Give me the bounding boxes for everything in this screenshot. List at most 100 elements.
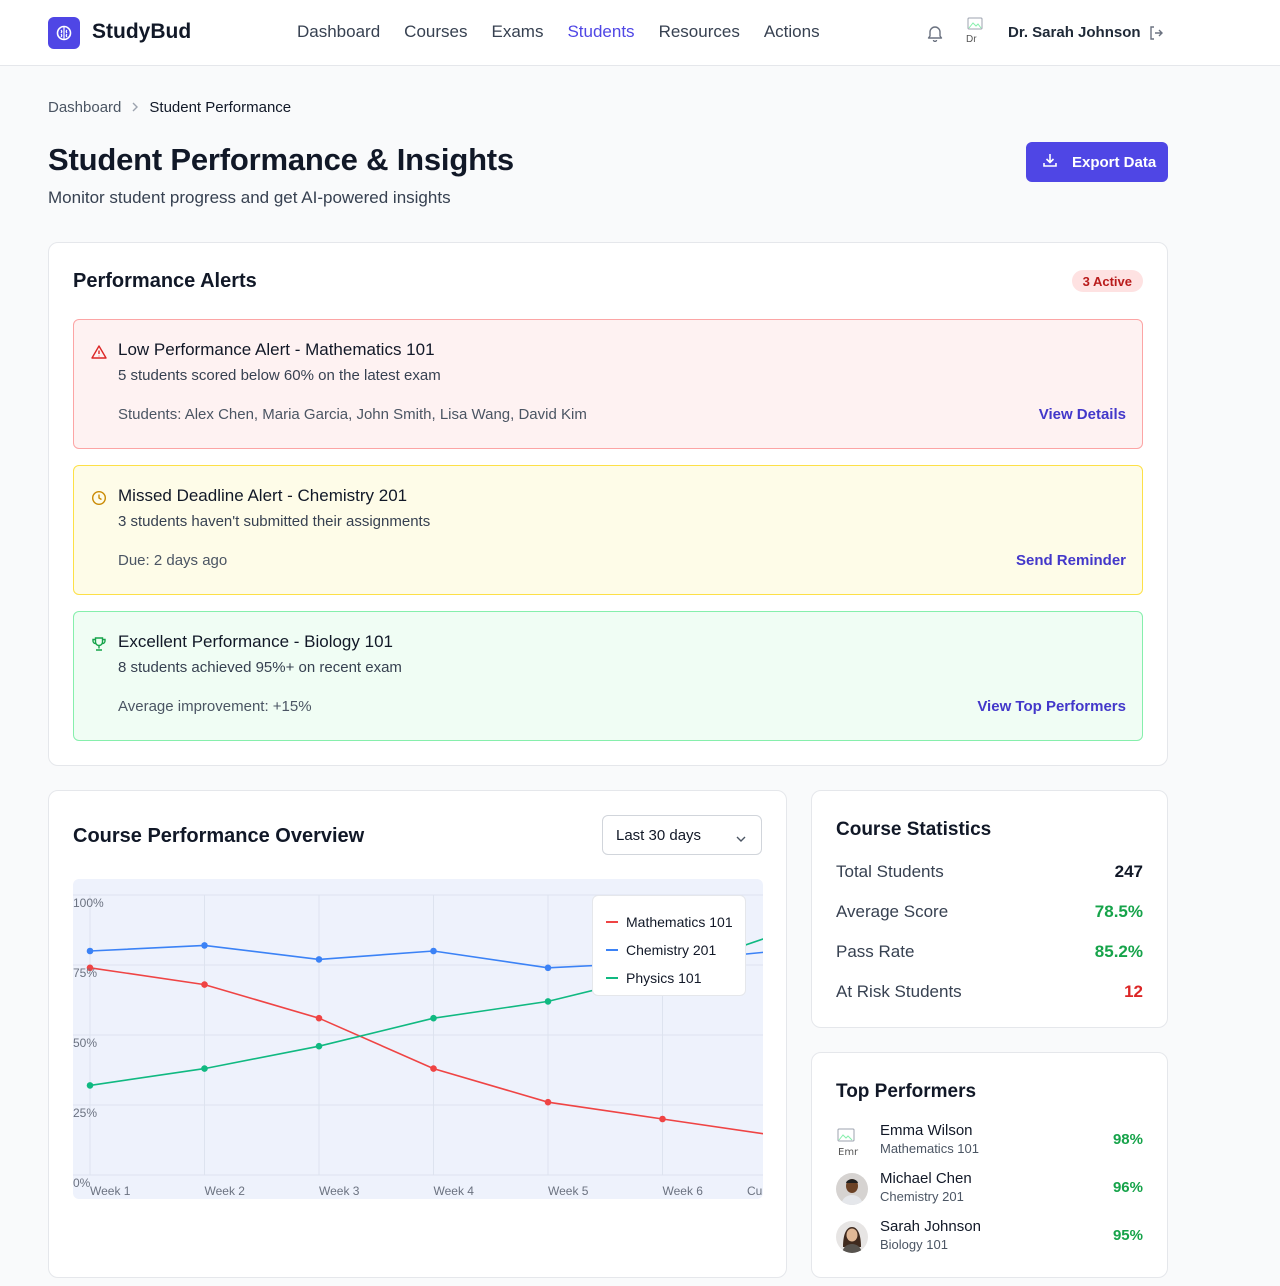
performance-line-chart: 0% 25% 50% 75% 100% Week 1 Week 2 Week 3 Week 4 W… bbox=[73, 879, 763, 1199]
data-point bbox=[544, 998, 552, 1005]
nav-students[interactable]: Students bbox=[567, 22, 634, 42]
performer-row[interactable]: Sarah Johnson Biology 101 95% bbox=[836, 1217, 1143, 1257]
stat-at-risk-students: At Risk Students 12 bbox=[836, 982, 1143, 1002]
stat-average-score: Average Score 78.5% bbox=[836, 902, 1143, 922]
data-point bbox=[201, 942, 208, 949]
nav-courses[interactable]: Courses bbox=[404, 22, 467, 42]
x-tick-label: Current bbox=[747, 1184, 763, 1198]
user-avatar-alt: Dr bbox=[966, 34, 977, 45]
alert-meta: Due: 2 days ago bbox=[118, 552, 228, 569]
chevron-down-icon bbox=[735, 830, 747, 847]
breadcrumb-current: Student Performance bbox=[149, 99, 292, 116]
user-avatar[interactable]: Dr bbox=[966, 17, 986, 49]
stat-label: Average Score bbox=[836, 902, 949, 921]
y-tick-label: 25% bbox=[73, 1106, 97, 1120]
logout-icon[interactable] bbox=[1148, 25, 1164, 41]
svg-text:Emr: Emr bbox=[838, 1147, 859, 1157]
data-point bbox=[430, 947, 437, 955]
data-point bbox=[544, 964, 552, 972]
avatar: Emr bbox=[836, 1125, 868, 1157]
user-name[interactable]: Dr. Sarah Johnson bbox=[1008, 24, 1141, 41]
breadcrumb: Dashboard Student Performance bbox=[48, 99, 291, 116]
page-title: Student Performance & Insights bbox=[48, 142, 514, 177]
brain-logo-icon[interactable] bbox=[48, 17, 80, 49]
date-range-select[interactable]: Last 30 days bbox=[602, 815, 762, 855]
brand-name[interactable]: StudyBud bbox=[92, 20, 191, 44]
performer-name: Emma Wilson bbox=[880, 1122, 973, 1139]
nav-dashboard[interactable]: Dashboard bbox=[297, 22, 380, 42]
stat-pass-rate: Pass Rate 85.2% bbox=[836, 942, 1143, 962]
stat-label: At Risk Students bbox=[836, 982, 962, 1001]
performer-score: 96% bbox=[1112, 1179, 1143, 1196]
y-tick-label: 100% bbox=[73, 896, 104, 910]
y-tick-label: 0% bbox=[73, 1176, 91, 1190]
data-point bbox=[201, 981, 208, 988]
performer-score: 98% bbox=[1112, 1131, 1143, 1148]
performer-row[interactable]: Emr Emma Wilson Mathematics 101 98% bbox=[836, 1121, 1143, 1161]
x-tick-label: Week 5 bbox=[548, 1184, 589, 1198]
page-subtitle: Monitor student progress and get AI-powe… bbox=[48, 188, 451, 207]
stat-value: 85.2% bbox=[1094, 942, 1143, 961]
data-point bbox=[430, 1065, 437, 1072]
export-data-label: Export Data bbox=[1072, 153, 1157, 171]
performer-name: Michael Chen bbox=[880, 1170, 972, 1187]
alert-title: Excellent Performance - Biology 101 bbox=[118, 632, 393, 651]
data-point bbox=[86, 947, 94, 955]
performer-course: Chemistry 201 bbox=[880, 1189, 964, 1204]
export-data-button[interactable]: Export Data bbox=[1026, 142, 1168, 182]
data-point bbox=[430, 1014, 437, 1022]
data-point bbox=[315, 956, 323, 963]
legend-swatch bbox=[606, 949, 618, 951]
overview-title: Course Performance Overview bbox=[73, 825, 365, 847]
bell-icon[interactable] bbox=[927, 24, 943, 43]
data-point bbox=[544, 1098, 552, 1106]
performance-alerts-card: Performance Alerts 3 Active Low Performa… bbox=[48, 242, 1168, 766]
send-reminder-link[interactable]: Send Reminder bbox=[1016, 552, 1126, 569]
chart-legend: Mathematics 101 Chemistry 201 Physics 10… bbox=[592, 895, 746, 996]
chevron-right-icon bbox=[131, 100, 139, 115]
alert-missed-deadline: Missed Deadline Alert - Chemistry 201 3 … bbox=[73, 465, 1143, 595]
course-statistics-card: Course Statistics Total Students 247 Ave… bbox=[811, 790, 1168, 1028]
legend-label: Physics 101 bbox=[626, 970, 702, 986]
legend-swatch bbox=[606, 921, 618, 923]
avatar bbox=[836, 1173, 868, 1205]
performer-row[interactable]: Michael Chen Chemistry 201 96% bbox=[836, 1169, 1143, 1209]
x-tick-label: Week 2 bbox=[205, 1184, 246, 1198]
alert-title: Missed Deadline Alert - Chemistry 201 bbox=[118, 486, 408, 505]
data-point bbox=[86, 1082, 94, 1089]
stat-label: Pass Rate bbox=[836, 942, 915, 961]
nav-exams[interactable]: Exams bbox=[491, 22, 543, 42]
stats-title: Course Statistics bbox=[836, 819, 992, 840]
performer-course: Mathematics 101 bbox=[880, 1141, 979, 1156]
alert-meta: Students: Alex Chen, Maria Garcia, John … bbox=[118, 406, 587, 423]
data-point bbox=[315, 1014, 323, 1022]
stat-value: 247 bbox=[1114, 862, 1143, 881]
view-details-link[interactable]: View Details bbox=[1039, 406, 1126, 423]
breadcrumb-dashboard[interactable]: Dashboard bbox=[48, 99, 121, 116]
clock-icon bbox=[91, 490, 107, 506]
main-nav: Dashboard Courses Exams Students Resourc… bbox=[297, 22, 820, 42]
y-tick-label: 75% bbox=[73, 966, 97, 980]
avatar bbox=[836, 1221, 868, 1253]
alerts-title: Performance Alerts bbox=[73, 270, 257, 292]
performer-score: 95% bbox=[1112, 1227, 1143, 1244]
trophy-icon bbox=[91, 636, 107, 652]
nav-resources[interactable]: Resources bbox=[659, 22, 740, 42]
data-point bbox=[315, 1042, 323, 1050]
legend-item-physics[interactable]: Physics 101 bbox=[606, 964, 745, 992]
performer-name: Sarah Johnson bbox=[880, 1218, 981, 1235]
top-navbar: StudyBud Dashboard Courses Exams Student… bbox=[0, 0, 1280, 66]
active-alerts-badge: 3 Active bbox=[1071, 270, 1143, 292]
data-point bbox=[201, 1065, 208, 1072]
view-top-performers-link[interactable]: View Top Performers bbox=[977, 698, 1126, 715]
alert-meta: Average improvement: +15% bbox=[118, 698, 312, 715]
nav-actions[interactable]: Actions bbox=[764, 22, 820, 42]
performer-course: Biology 101 bbox=[880, 1237, 948, 1252]
top-performers-card: Top Performers Emr Emma Wilson Mathemati… bbox=[811, 1052, 1168, 1278]
x-tick-label: Week 3 bbox=[319, 1184, 360, 1198]
legend-item-chemistry[interactable]: Chemistry 201 bbox=[606, 936, 745, 964]
legend-label: Mathematics 101 bbox=[626, 914, 733, 930]
legend-item-mathematics[interactable]: Mathematics 101 bbox=[606, 908, 745, 936]
x-tick-label: Week 1 bbox=[90, 1184, 131, 1198]
alert-title: Low Performance Alert - Mathematics 101 bbox=[118, 340, 435, 359]
